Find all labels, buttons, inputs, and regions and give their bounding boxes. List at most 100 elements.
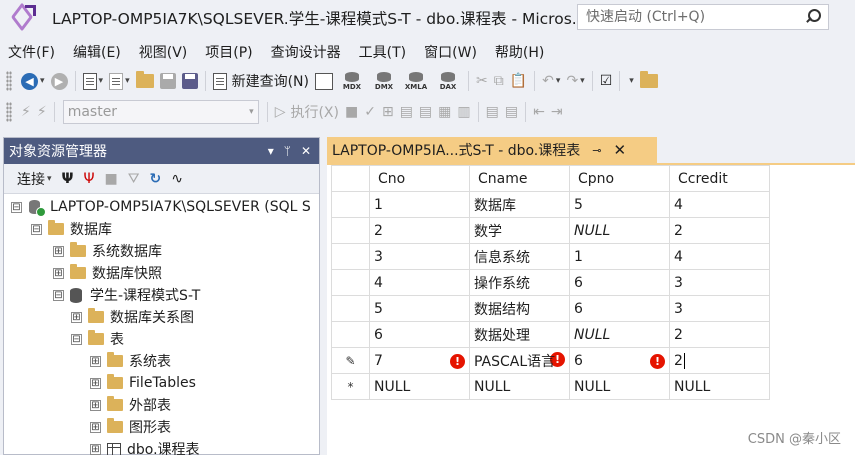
oe-stop-button[interactable]: ■ [99,167,122,191]
tree-node-databases[interactable]: ⊟ 数据库 [4,218,319,240]
copy-button[interactable]: ⧉ [491,69,507,93]
grid-cell-null[interactable]: NULL [569,217,670,244]
column-header-cpno[interactable]: Cpno [569,165,670,192]
expand-icon[interactable]: ⊞ [71,311,82,323]
tree-node-graph-tables[interactable]: ⊞ 图形表 [4,416,319,438]
grid-cell[interactable]: NULL [569,373,670,400]
table-row-new[interactable]: * NULL NULL NULL NULL [331,373,770,400]
search-icon[interactable] [804,9,821,25]
row-header[interactable] [331,321,370,348]
toolbar-overflow-button[interactable]: ▾ [624,69,637,93]
grid-cell[interactable]: 6 [569,295,670,322]
tree-node-database-diagrams[interactable]: ⊞ 数据库关系图 [4,306,319,328]
menu-tools[interactable]: 工具(T) [351,42,416,62]
oe-refresh-button[interactable]: ↻ [144,167,166,191]
close-icon[interactable]: ✕ [301,144,311,158]
row-header[interactable] [331,217,370,244]
database-engine-query-button[interactable] [312,69,336,93]
grid-cell[interactable]: 数学 [469,217,570,244]
query-options-button[interactable]: ⊞ [379,100,397,124]
paste-button[interactable]: 📋 [507,69,530,93]
pin-icon[interactable]: ⊸ [592,144,601,157]
solution-explorer-button[interactable] [637,69,661,93]
new-row-marker[interactable]: * [331,373,370,400]
grid-cell[interactable]: PASCAL语言! [469,347,570,374]
quick-launch-box[interactable] [577,4,829,30]
oe-filter-button[interactable]: ⛛ [123,167,145,191]
expand-icon[interactable]: ⊞ [53,245,64,257]
grid-cell[interactable]: 2 [669,217,770,244]
row-header[interactable] [331,295,370,322]
menu-query-designer[interactable]: 查询设计器 [263,42,351,62]
window-position-icon[interactable]: ▾ [268,144,274,158]
tree-node-external-tables[interactable]: ⊞ 外部表 [4,394,319,416]
new-project-button[interactable]: ▾ [80,69,107,93]
menu-file[interactable]: 文件(F) [0,42,65,62]
results-to-file-button[interactable]: ▥ [454,100,473,124]
toolbar-grip[interactable] [6,102,12,122]
row-header-corner[interactable] [331,165,370,192]
tree-node-course-table[interactable]: ⊞ dbo.课程表 [4,438,319,455]
row-header[interactable] [331,269,370,296]
collapse-icon[interactable]: ⊟ [71,333,82,345]
execute-button[interactable]: ▷ 执行(X) [272,100,342,124]
back-button[interactable]: ◀ ▾ [18,69,48,93]
column-header-cno[interactable]: Cno [369,165,470,192]
grid-cell[interactable]: 4 [369,269,470,296]
menu-view[interactable]: 视图(V) [131,42,198,62]
save-button[interactable] [157,69,179,93]
grid-cell[interactable]: 6! [569,347,670,374]
grid-cell[interactable]: 3 [669,269,770,296]
save-all-button[interactable] [179,69,201,93]
collapse-icon[interactable]: ⊟ [31,223,42,235]
xmla-query-button[interactable]: XMLA [400,69,432,93]
quick-launch-input[interactable] [586,9,786,25]
grid-cell[interactable]: 1 [369,191,470,218]
grid-cell[interactable]: NULL [469,373,570,400]
row-header[interactable] [331,243,370,270]
comment-button[interactable]: ▤ [483,100,502,124]
grid-cell[interactable]: NULL [669,373,770,400]
table-row[interactable]: 2 数学 NULL 2 [331,217,770,244]
dax-query-button[interactable]: DAX [432,69,464,93]
menu-help[interactable]: 帮助(H) [487,42,554,62]
open-file-button[interactable] [133,69,157,93]
expand-icon[interactable]: ⊞ [90,421,101,433]
tree-node-server[interactable]: ⊟ LAPTOP-OMP5IA7K\SQLSEVER (SQL S [4,196,319,218]
expand-icon[interactable]: ⊞ [90,377,101,389]
decrease-indent-button[interactable]: ⇤ [530,100,548,124]
grid-cell[interactable]: 2 [369,217,470,244]
collapse-icon[interactable]: ⊟ [11,201,22,213]
tree-node-system-databases[interactable]: ⊞ 系统数据库 [4,240,319,262]
expand-icon[interactable]: ⊞ [90,355,101,367]
cut-button[interactable]: ✂ [473,69,491,93]
pin-icon[interactable]: ᛘ [284,144,291,158]
grid-cell[interactable]: 数据结构 [469,295,570,322]
grid-cell[interactable]: 4 [669,243,770,270]
toolbar-grip[interactable] [6,71,12,91]
pencil-icon[interactable]: ✎ [331,347,370,374]
tree-node-filetables[interactable]: ⊞ FileTables [4,372,319,394]
mdx-query-button[interactable]: MDX [336,69,368,93]
grid-cell[interactable]: 4 [669,191,770,218]
grid-cell[interactable]: 5 [569,191,670,218]
grid-cell[interactable]: 操作系统 [469,269,570,296]
table-row[interactable]: 1 数据库 5 4 [331,191,770,218]
grid-cell-editing[interactable]: 2 [669,347,770,374]
dmx-query-button[interactable]: DMX [368,69,400,93]
table-row-editing[interactable]: ✎ 7! PASCAL语言! 6! 2 [331,347,770,374]
menu-edit[interactable]: 编辑(E) [65,42,131,62]
table-row[interactable]: 4 操作系统 6 3 [331,269,770,296]
stop-button[interactable]: ■ [342,100,361,124]
grid-cell[interactable]: 数据处理 [469,321,570,348]
available-databases-dropdown[interactable]: master ▾ [62,100,259,124]
grid-cell[interactable]: 6 [569,269,670,296]
grid-cell[interactable]: 信息系统 [469,243,570,270]
column-header-ccredit[interactable]: Ccredit [669,165,770,192]
oe-disconnect-button[interactable]: Ψ [78,167,99,191]
disconnect-button[interactable]: ⚡ [34,100,50,124]
uncomment-button[interactable]: ▤ [502,100,521,124]
grid-cell[interactable]: 3 [669,295,770,322]
row-header[interactable] [331,191,370,218]
expand-icon[interactable]: ⊞ [90,399,101,411]
